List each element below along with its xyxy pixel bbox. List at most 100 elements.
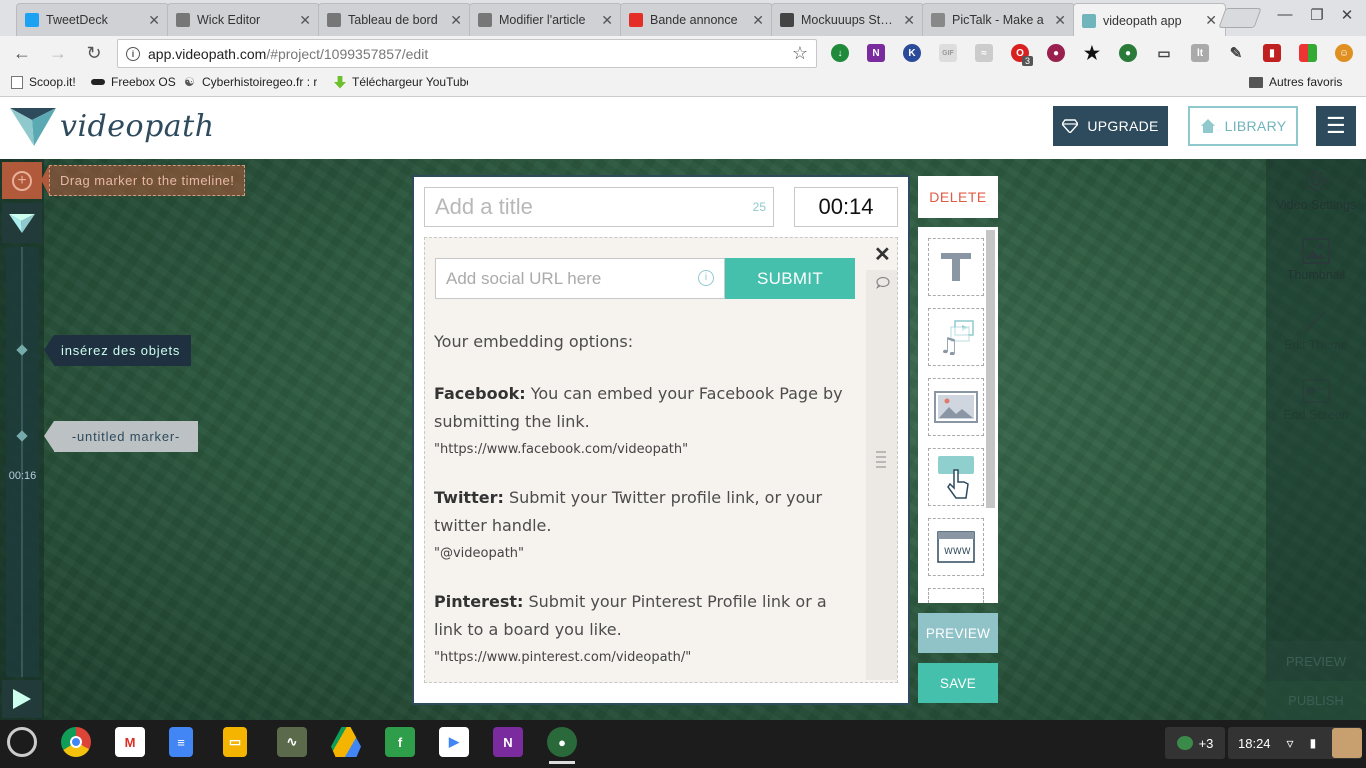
status-area[interactable]: 18:24 ▿ ▮ [1228,727,1362,759]
marker-time-field[interactable]: 00:14 [794,187,898,227]
cast-icon[interactable]: ▭ [1155,44,1173,62]
text-tool-icon[interactable] [928,238,984,296]
library-button[interactable]: LIBRARY [1188,106,1298,146]
more-tool-slot[interactable] [928,588,984,603]
button-tool-icon[interactable] [928,448,984,506]
profile-avatar-icon[interactable]: ☺ [1335,44,1353,62]
browser-tab[interactable]: Modifier l'article ✕ [469,3,622,36]
bookmark-scoopit[interactable]: Scoop.it! [11,75,76,89]
videopath-marker-button[interactable] [2,203,42,243]
preview-button[interactable]: PREVIEW [918,613,998,653]
browser-tab[interactable]: Mockuuups Studio ✕ [771,3,924,36]
end-screen-item[interactable]: End Screen [1266,377,1366,422]
k-extension-icon[interactable]: K [903,44,921,62]
marker-label-objects[interactable]: insérez des objets [54,335,192,366]
add-marker-button[interactable]: + [2,162,42,199]
turtle-app-icon[interactable]: ● [547,727,577,757]
address-bar[interactable]: i app.videopath.com/#project/1099357857/… [117,39,817,68]
turtle-extension-icon[interactable]: ● [1119,44,1137,62]
tab-close-icon[interactable]: ✕ [601,12,613,29]
bookmark-freebox[interactable]: Freebox OS [91,75,176,89]
save-button[interactable]: SAVE [918,663,998,703]
bookmark-cyberhistoire[interactable]: ☯ Cyberhistoiregeo.fr : r [184,75,317,89]
new-tab-button[interactable] [1218,8,1262,28]
bookmark-star-icon[interactable]: ☆ [792,43,808,64]
tab-close-icon[interactable]: ✕ [299,12,311,29]
timeline-timestamp: 00:16 [8,470,37,482]
timeline-track[interactable] [6,247,39,677]
windows-extension-icon[interactable] [1299,44,1317,62]
panel-publish-button[interactable]: PUBLISH [1266,681,1366,720]
play-button[interactable] [2,680,42,718]
browser-tab[interactable]: PicTalk - Make a ✕ [922,3,1075,36]
onenote-app-icon[interactable]: N [493,727,523,757]
drag-handle-icon[interactable] [875,450,887,470]
feedly-app-icon[interactable]: f [385,727,415,757]
videopath-logo[interactable]: videopath [10,106,215,146]
bookmark-youtube-downloader[interactable]: Téléchargeur YouTube [334,75,468,89]
launcher-button[interactable] [7,727,37,757]
onenote-extension-icon[interactable]: N [867,44,885,62]
docs-app-icon[interactable]: ≡ [169,727,193,757]
minimize-button[interactable]: — [1275,6,1295,23]
tab-close-icon[interactable]: ✕ [1054,12,1066,29]
info-icon[interactable]: i [698,270,714,286]
timeline-marker-dot[interactable] [16,344,28,356]
page-icon [327,13,341,27]
browser-tab[interactable]: Tableau de bord ✕ [318,3,471,36]
thumbnail-item[interactable]: Thumbnail [1266,237,1366,282]
palette-scrollbar[interactable] [986,230,995,508]
close-icon[interactable]: ✕ [874,242,891,267]
site-info-icon[interactable]: i [126,46,140,61]
video-settings-item[interactable]: Video Settings [1266,167,1366,212]
edit-theme-item[interactable]: Edit Theme [1266,307,1366,352]
active-app-indicator [549,761,575,764]
reader-extension-icon[interactable]: lt [1191,44,1209,62]
drag-marker-hint[interactable]: Drag marker to the timeline! [49,165,246,196]
system-tray[interactable]: +3 [1165,727,1225,759]
twitter-icon [25,13,39,27]
forward-arrow-icon[interactable]: → [47,44,69,62]
slides-app-icon[interactable]: ▭ [223,727,247,757]
browser-tab[interactable]: Bande annonce ✕ [620,3,773,36]
media-tool-icon[interactable]: ♫ [928,308,984,366]
marker-label-untitled[interactable]: -untitled marker- [54,421,198,452]
close-window-button[interactable]: ✕ [1337,6,1357,24]
extension-download-icon[interactable]: ↓ [831,44,849,62]
play-store-app-icon[interactable]: ▶ [439,727,469,757]
pocket-extension-icon[interactable]: ● [1047,44,1065,62]
hamburger-menu-button[interactable]: ☰ [1316,106,1356,146]
rss-extension-icon[interactable]: ≈ [975,44,993,62]
pen-extension-icon[interactable]: ✎ [1227,44,1245,62]
tab-close-icon[interactable]: ✕ [148,12,160,29]
back-arrow-icon[interactable]: ← [11,44,33,62]
social-url-input[interactable]: Add social URL here i [435,258,725,299]
gmail-app-icon[interactable]: M [115,727,145,757]
title-input[interactable]: Add a title 25 [424,187,774,227]
timeline-marker-dot[interactable] [16,430,28,442]
browser-tab[interactable]: videopath app ✕ [1073,3,1226,37]
star-extension-icon[interactable]: ★ [1083,43,1101,63]
tab-close-icon[interactable]: ✕ [1205,12,1217,29]
reload-icon[interactable]: ↻ [83,44,105,62]
browser-tab[interactable]: TweetDeck ✕ [16,3,169,36]
project-app-icon[interactable]: ∿ [277,727,307,757]
gif-extension-icon[interactable]: GIF [939,44,957,62]
browser-tab[interactable]: Wick Editor ✕ [167,3,320,36]
book-extension-icon[interactable]: ▮ [1263,44,1281,62]
chrome-app-icon[interactable] [61,727,91,757]
upgrade-button[interactable]: UPGRADE [1053,106,1168,146]
chat-icon [176,13,190,27]
tab-close-icon[interactable]: ✕ [903,12,915,29]
tab-close-icon[interactable]: ✕ [752,12,764,29]
other-bookmarks-folder[interactable]: Autres favoris [1249,75,1342,89]
restore-button[interactable]: ❐ [1307,6,1327,24]
panel-preview-button[interactable]: PREVIEW [1266,641,1366,681]
delete-button[interactable]: DELETE [918,176,998,218]
image-tool-icon[interactable] [928,378,984,436]
website-tool-icon[interactable]: WWW [928,518,984,576]
embed-option-example: "https://www.pinterest.com/videopath/" [434,650,692,665]
tab-close-icon[interactable]: ✕ [450,12,462,29]
comment-icon[interactable] [874,276,890,290]
submit-button[interactable]: SUBMIT [725,258,855,299]
